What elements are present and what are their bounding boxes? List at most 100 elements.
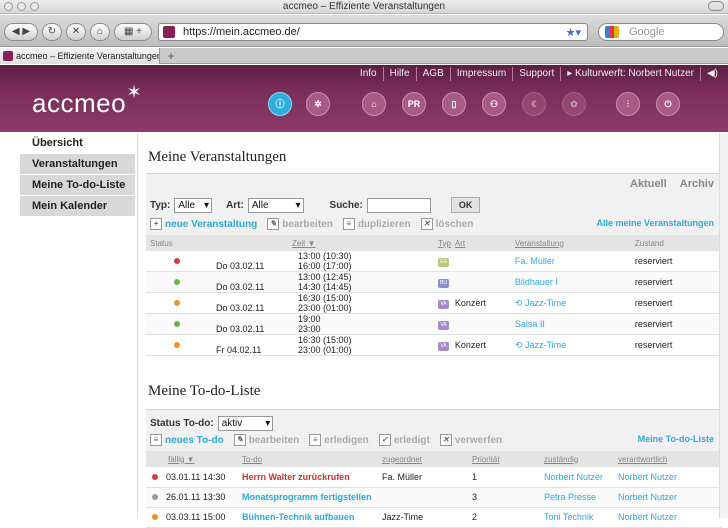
stop-button[interactable]: ✕ (66, 23, 86, 41)
col-zugeordnet[interactable]: zugeordnet (378, 451, 468, 467)
todo-task-link[interactable]: Bühnen-Technik aufbauen (238, 507, 378, 528)
event-name-link[interactable]: Fa. Müller (510, 251, 631, 272)
ok-button[interactable]: OK (450, 197, 481, 213)
sidebar-item-uebersicht[interactable]: Übersicht (20, 133, 135, 154)
col-zustaendig[interactable]: zuständig (540, 451, 614, 467)
type-select[interactable]: Alle (174, 197, 213, 213)
browser-toolbar: ◀ ▶ ↻ ✕ ⌂ ▦ + https://mein.accmeo.de/ ★▾… (0, 15, 728, 47)
accountable-link[interactable]: Norbert Nutzer (614, 507, 722, 528)
new-tab-button[interactable]: + (164, 48, 178, 64)
col-todo[interactable]: To-do (238, 451, 378, 467)
all-todos-link[interactable]: Meine To-do-Liste (638, 434, 714, 444)
col-art[interactable]: Art (450, 235, 511, 251)
phone-icon[interactable]: ▯ (442, 92, 466, 116)
todo-task-link[interactable]: Monatsprogramm fertigstellen (238, 487, 378, 508)
nav-support[interactable]: Support (512, 67, 560, 81)
page-scrollbar[interactable] (719, 133, 728, 518)
home-button[interactable]: ⌂ (90, 23, 110, 41)
nav-agb[interactable]: AGB (415, 67, 450, 81)
toolbar-toggle-icon[interactable] (708, 1, 724, 11)
tab-archiv[interactable]: Archiv (680, 178, 714, 190)
duplicate-event-button[interactable]: ≡ duplizieren (342, 218, 411, 230)
close-window-icon[interactable] (4, 2, 13, 11)
new-event-button[interactable]: + neue Veranstaltung (150, 218, 257, 230)
responsible-link[interactable]: Petra Presse (540, 487, 614, 508)
home-icon[interactable]: ⌂ (362, 92, 386, 116)
window-controls (4, 2, 39, 11)
assigned-cell (378, 487, 468, 508)
sidebar-item-todo[interactable]: Meine To-do-Liste (20, 175, 135, 196)
edit-icon: ✎ (267, 218, 280, 230)
list-item[interactable]: 03.01.11 14:30 Herrn Walter zurückrufen … (146, 467, 722, 488)
list-item[interactable]: 03.03.11 15:00 Bühnen-Technik aufbauen J… (146, 507, 722, 528)
people-icon[interactable]: ⚇ (482, 92, 506, 116)
volume-icon[interactable]: ◀︎) (699, 67, 724, 81)
event-name-link[interactable]: Bildhauer I (510, 271, 631, 293)
wand-icon[interactable]: ✲ (306, 92, 330, 116)
time-cell: Fr 04.02.11 16:30 (15:00) 23:00 (01:00) (208, 334, 358, 356)
accountable-link[interactable]: Norbert Nutzer (614, 487, 722, 508)
complete-todo-button[interactable]: ≡ erledigen (309, 434, 369, 446)
euro-icon[interactable]: € (522, 92, 546, 116)
sidebar-item-veranstaltungen[interactable]: Veranstaltungen (20, 154, 135, 175)
tab-aktuell[interactable]: Aktuell (630, 178, 667, 190)
col-zeit[interactable]: Zeit ▼ (208, 235, 358, 251)
events-panel: Aktuell Archiv Typ: Alle Art: Alle Suche… (146, 173, 722, 235)
reload-button[interactable]: ↻ (42, 23, 62, 41)
table-row[interactable]: Do 03.02.11 13:00 (12:45) 14:30 (14:45) BU… (146, 271, 722, 293)
state-cell: reserviert (630, 334, 722, 356)
info-icon[interactable]: ⓘ (268, 92, 292, 116)
discard-todo-button[interactable]: ✕ verwerfen (439, 434, 502, 446)
sidebar-item-kalender[interactable]: Mein Kalender (20, 196, 135, 217)
todo-task-link[interactable]: Herrn Walter zurückrufen (238, 467, 378, 488)
sliders-icon[interactable]: ⫶ (616, 92, 640, 116)
table-row[interactable]: Do 03.02.11 19:00 23:00 VA Salsa II reserv… (146, 313, 722, 335)
search-box[interactable]: Google (598, 23, 724, 41)
all-events-link[interactable]: Alle meine Veranstaltungen (596, 218, 714, 228)
type-badge: VA (438, 321, 449, 330)
back-forward-button[interactable]: ◀ ▶ (4, 23, 38, 41)
event-name-link[interactable]: ⟲ Jazz-Time (510, 292, 631, 314)
delete-event-button[interactable]: ✕ löschen (420, 218, 473, 230)
list-item[interactable]: 26.01.11 13:30 Monatsprogramm fertigstel… (146, 487, 722, 508)
accountable-link[interactable]: Norbert Nutzer (614, 467, 722, 488)
col-veranstaltung[interactable]: Veranstaltung (510, 235, 631, 251)
minimize-window-icon[interactable] (17, 2, 26, 11)
type-badge: VA (438, 342, 449, 351)
todo-status-select[interactable]: aktiv (217, 416, 274, 431)
nav-account[interactable]: ▸ Kulturwerft: Norbert Nutzer (560, 67, 700, 81)
nav-impressum[interactable]: Impressum (449, 67, 512, 81)
col-faellig[interactable]: fällig ▼ (146, 451, 238, 467)
col-typ[interactable]: Typ (358, 235, 451, 251)
table-row[interactable]: Do 03.02.11 13:00 (10:30) 16:00 (17:00) GS… (146, 251, 722, 272)
responsible-link[interactable]: Toni Technik (540, 507, 614, 528)
col-prioritaet[interactable]: Priorität (468, 451, 540, 467)
settings-icon[interactable]: ✿ (562, 92, 586, 116)
table-row[interactable]: Fr 04.02.11 16:30 (15:00) 23:00 (01:00) VA… (146, 334, 722, 356)
power-icon[interactable]: ⏻ (656, 92, 680, 116)
address-bar[interactable]: https://mein.accmeo.de/ ★▾ (158, 23, 588, 41)
todo-actions: ≡ neues To-do ✎ bearbeiten ≡ erledigen ✓ erl… (150, 434, 502, 446)
responsible-link[interactable]: Norbert Nutzer (540, 467, 614, 488)
pr-icon[interactable]: PR (402, 92, 426, 116)
search-input[interactable] (366, 197, 431, 213)
art-cell (450, 313, 511, 335)
bookmark-star-icon[interactable]: ★▾ (566, 25, 581, 41)
new-todo-button[interactable]: ≡ neues To-do (150, 434, 224, 446)
art-cell (450, 271, 511, 293)
event-name-link[interactable]: ⟲ Jazz-Time (510, 334, 631, 356)
nav-hilfe[interactable]: Hilfe (382, 67, 416, 81)
col-verantwortlich[interactable]: verantwortlich (614, 451, 722, 467)
event-day: Fr 04.02.11 (216, 345, 262, 355)
done-todo-button[interactable]: ✓ erledigt (378, 434, 430, 446)
table-row[interactable]: Do 03.02.11 16:30 (15:00) 23:00 (01:00) VA… (146, 292, 722, 314)
nav-info[interactable]: Info (354, 67, 383, 81)
tab-accmeo[interactable]: accmeo – Effiziente Veranstaltungen (0, 48, 160, 64)
zoom-window-icon[interactable] (30, 2, 39, 11)
edit-event-button[interactable]: ✎ bearbeiten (267, 218, 333, 230)
event-name-link[interactable]: Salsa II (510, 313, 631, 335)
site-button[interactable]: ▦ + (114, 23, 152, 41)
art-select[interactable]: Alle (247, 197, 304, 213)
edit-todo-button[interactable]: ✎ bearbeiten (233, 434, 299, 446)
event-day: Do 03.02.11 (216, 324, 265, 334)
